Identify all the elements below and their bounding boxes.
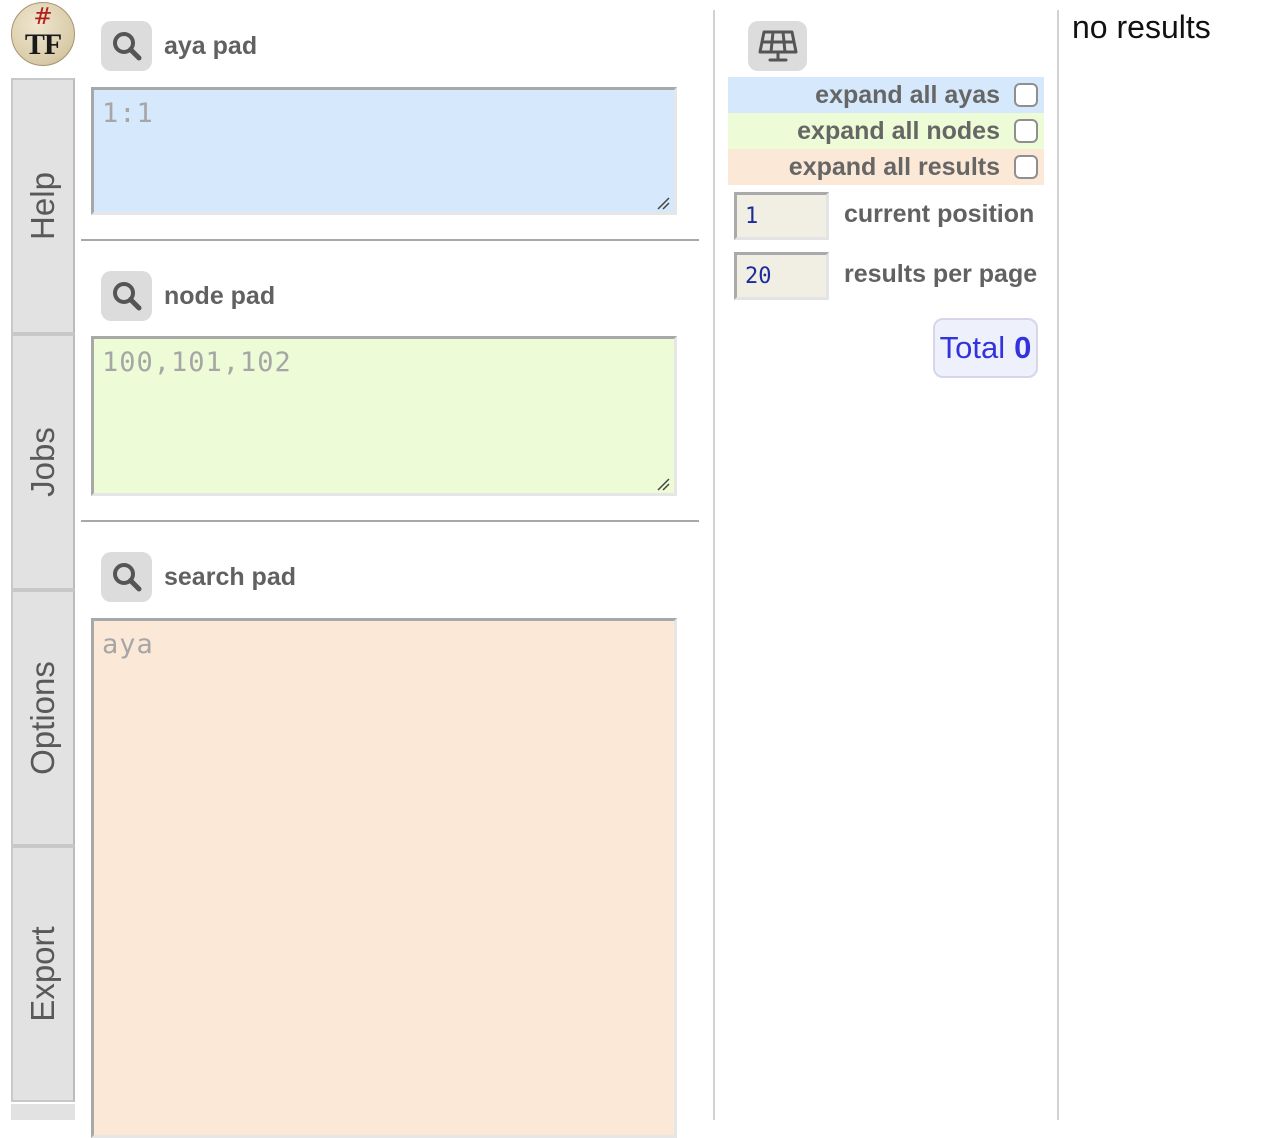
text-fabric-logo[interactable]: # TF xyxy=(11,2,75,66)
tab-jobs-label: Jobs xyxy=(24,427,61,497)
resize-grip-icon[interactable] xyxy=(656,477,670,491)
sidebar: # TF Help Jobs Options Export xyxy=(0,0,78,1120)
expand-nodes-label: expand all nodes xyxy=(797,116,1000,145)
search-icon xyxy=(112,32,141,61)
expand-ayas-checkbox[interactable] xyxy=(1014,83,1038,107)
node-pad-title: node pad xyxy=(164,281,276,310)
aya-pad-input[interactable] xyxy=(91,87,677,215)
current-position-input[interactable] xyxy=(734,192,829,240)
results-per-page-label: results per page xyxy=(844,260,1038,288)
aya-search-button[interactable] xyxy=(101,21,152,71)
current-position-label: current position xyxy=(844,200,1035,228)
tab-options[interactable]: Options xyxy=(11,590,75,846)
node-pad-input[interactable] xyxy=(91,336,677,496)
node-search-button[interactable] xyxy=(101,271,152,321)
sidebar-bottom-strip xyxy=(11,1104,75,1120)
aya-pad-header: aya pad xyxy=(101,21,257,71)
resize-grip-icon[interactable] xyxy=(656,196,670,210)
results-per-page-input[interactable] xyxy=(734,252,829,300)
search-icon xyxy=(112,282,141,311)
total-label: Total xyxy=(939,330,1006,365)
pad-divider xyxy=(81,239,699,241)
tab-help-label: Help xyxy=(24,172,61,240)
tab-export-label: Export xyxy=(24,926,61,1022)
expand-results-label: expand all results xyxy=(788,152,1000,181)
search-pad-input[interactable] xyxy=(91,618,677,1138)
column-divider xyxy=(1057,10,1059,1120)
expand-nodes-checkbox[interactable] xyxy=(1014,119,1038,143)
expand-results-checkbox[interactable] xyxy=(1014,155,1038,179)
pad-divider xyxy=(81,520,699,522)
solar-panel-icon xyxy=(758,30,797,62)
tab-export[interactable]: Export xyxy=(11,846,75,1102)
logo-text: TF xyxy=(24,28,62,61)
expand-ayas-row: expand all ayas xyxy=(728,77,1044,113)
search-pad-button[interactable] xyxy=(101,552,152,602)
tab-options-label: Options xyxy=(24,661,61,775)
search-pad-title: search pad xyxy=(164,562,297,591)
settings-button[interactable] xyxy=(748,21,807,71)
expand-nodes-row: expand all nodes xyxy=(728,113,1044,149)
search-icon xyxy=(112,563,141,592)
expand-ayas-label: expand all ayas xyxy=(815,80,1000,109)
total-badge: Total 0 xyxy=(933,318,1038,378)
aya-pad-title: aya pad xyxy=(164,31,258,60)
column-divider xyxy=(713,10,715,1120)
expand-results-row: expand all results xyxy=(728,149,1044,185)
tab-help[interactable]: Help xyxy=(11,78,75,334)
search-pad-header: search pad xyxy=(101,552,296,602)
results-status: no results xyxy=(1072,9,1211,45)
logo-hash: # xyxy=(33,4,53,30)
tab-jobs[interactable]: Jobs xyxy=(11,334,75,590)
node-pad-header: node pad xyxy=(101,271,275,321)
total-count: 0 xyxy=(1014,330,1032,365)
